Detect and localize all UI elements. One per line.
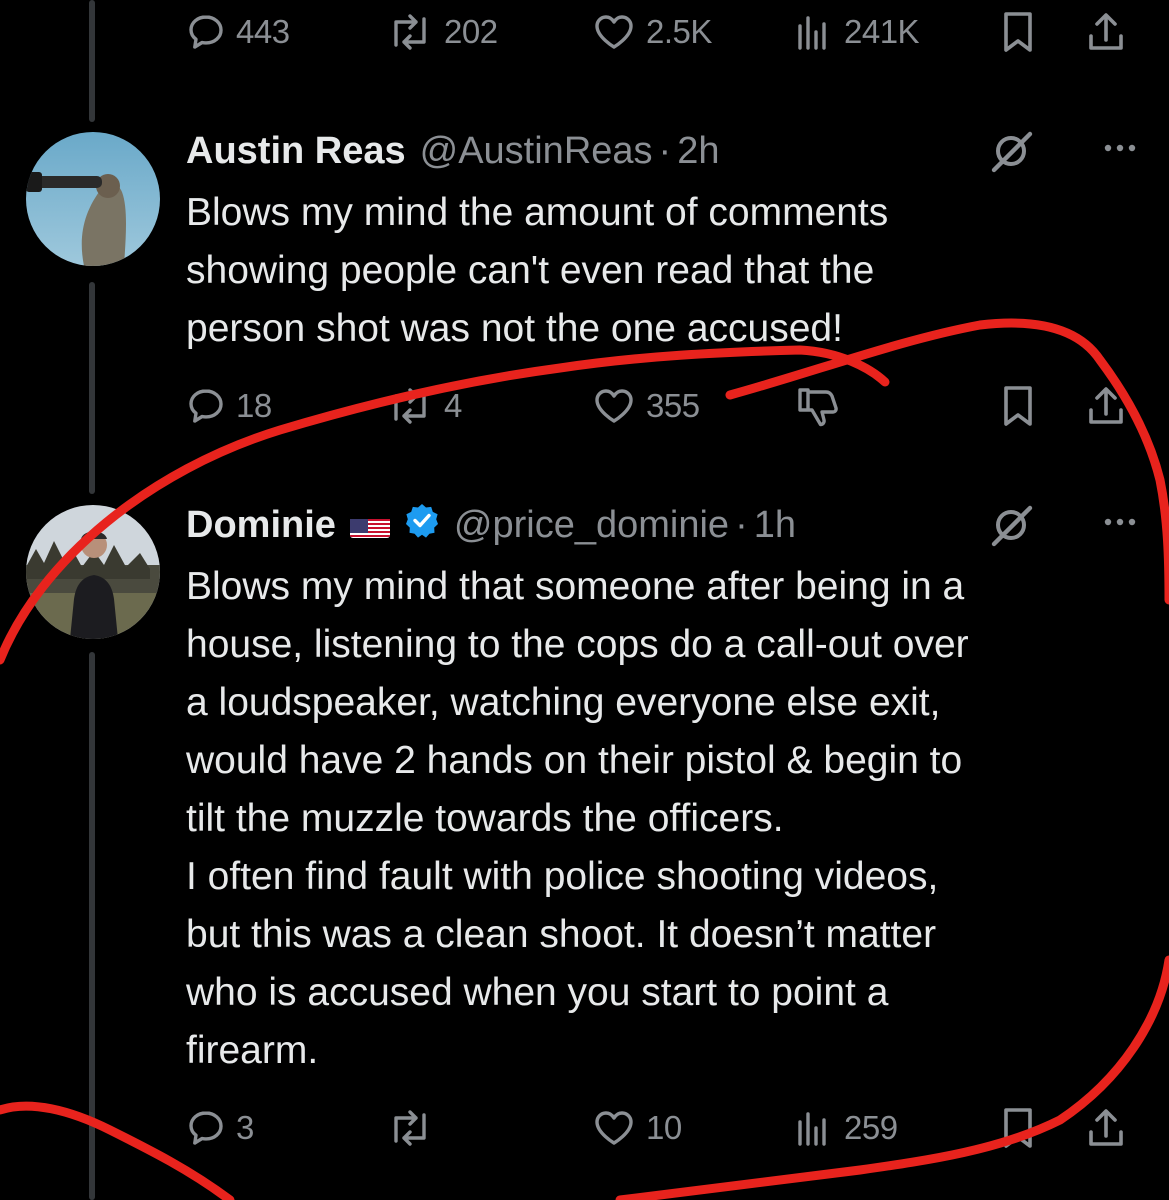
tweet-header: Austin Reas @AustinReas · 2h xyxy=(186,126,1146,176)
views-count: 241K xyxy=(844,13,920,50)
verified-badge-icon[interactable] xyxy=(404,502,440,548)
bookmark-button[interactable] xyxy=(998,1103,1038,1153)
action-bar: 18 4 355 xyxy=(186,381,1146,431)
views-count: 259 xyxy=(844,1109,898,1146)
repost-count: 202 xyxy=(444,13,498,50)
tweet-time[interactable]: 2h xyxy=(677,130,719,173)
tweet-header: Dominie @price_dominie · 1h xyxy=(186,500,1146,550)
heart-icon xyxy=(595,389,633,423)
bookmark-icon xyxy=(1004,12,1032,52)
repost-count: 4 xyxy=(444,387,462,424)
like-count: 355 xyxy=(646,387,700,424)
like-button[interactable]: 2.5K xyxy=(592,7,712,57)
like-button[interactable]: 10 xyxy=(592,1103,682,1153)
avatar[interactable] xyxy=(26,505,160,639)
share-icon xyxy=(1089,13,1123,50)
thread-connector xyxy=(89,282,95,494)
author-name[interactable]: Austin Reas xyxy=(186,130,406,173)
bookmark-icon xyxy=(1004,1108,1032,1148)
us-flag-icon xyxy=(349,512,390,538)
share-button[interactable] xyxy=(1084,1103,1128,1153)
thread-connector xyxy=(89,652,95,1200)
author-handle[interactable]: @AustinReas xyxy=(420,130,653,173)
heart-icon xyxy=(595,15,633,49)
share-icon xyxy=(1089,387,1123,424)
reply-button[interactable]: 443 xyxy=(186,7,290,57)
bookmark-icon xyxy=(1004,386,1032,426)
grok-icon[interactable] xyxy=(988,502,1034,558)
like-button[interactable]: 355 xyxy=(592,381,700,431)
avatar[interactable] xyxy=(26,132,160,266)
analytics-icon xyxy=(798,16,826,50)
reply-icon xyxy=(189,1111,223,1145)
reply-button[interactable]: 18 xyxy=(186,381,272,431)
thumbs-down-icon xyxy=(798,388,838,427)
share-button[interactable] xyxy=(1084,381,1128,431)
repost-button[interactable] xyxy=(386,1103,434,1153)
like-count: 2.5K xyxy=(646,13,712,50)
reply-icon xyxy=(189,389,223,423)
action-bar: 443 202 2.5K 241K xyxy=(186,7,1146,57)
author-handle[interactable]: @price_dominie xyxy=(454,504,729,547)
share-icon xyxy=(1089,1109,1123,1146)
bookmark-button[interactable] xyxy=(998,7,1038,57)
bookmark-button[interactable] xyxy=(998,381,1038,431)
more-options-icon[interactable] xyxy=(1100,126,1140,176)
tweet-text: Blows my mind the amount of comments sho… xyxy=(186,191,889,350)
share-button[interactable] xyxy=(1084,7,1128,57)
reply-count: 443 xyxy=(236,13,290,50)
reply-count: 18 xyxy=(236,387,272,424)
reply-button[interactable]: 3 xyxy=(186,1103,254,1153)
dislike-button[interactable] xyxy=(794,381,842,431)
analytics-icon xyxy=(798,1112,826,1146)
tweet-text: Blows my mind that someone after being i… xyxy=(186,565,969,1072)
repost-icon xyxy=(394,14,426,50)
repost-button[interactable]: 202 xyxy=(386,7,498,57)
grok-icon[interactable] xyxy=(988,128,1034,184)
like-count: 10 xyxy=(646,1109,682,1146)
views-button[interactable]: 241K xyxy=(794,7,920,57)
author-name[interactable]: Dominie xyxy=(186,504,336,547)
tweet-time[interactable]: 1h xyxy=(754,504,796,547)
repost-button[interactable]: 4 xyxy=(386,381,462,431)
repost-icon xyxy=(394,388,426,424)
separator-dot: · xyxy=(735,503,748,546)
reply-count: 3 xyxy=(236,1109,254,1146)
views-button[interactable]: 259 xyxy=(794,1103,898,1153)
repost-icon xyxy=(394,1110,426,1146)
more-options-icon[interactable] xyxy=(1100,500,1140,550)
reply-icon xyxy=(189,15,223,49)
thread-connector xyxy=(89,0,95,122)
separator-dot: · xyxy=(658,129,672,172)
action-bar: 3 10 259 xyxy=(186,1103,1146,1153)
heart-icon xyxy=(595,1111,633,1145)
